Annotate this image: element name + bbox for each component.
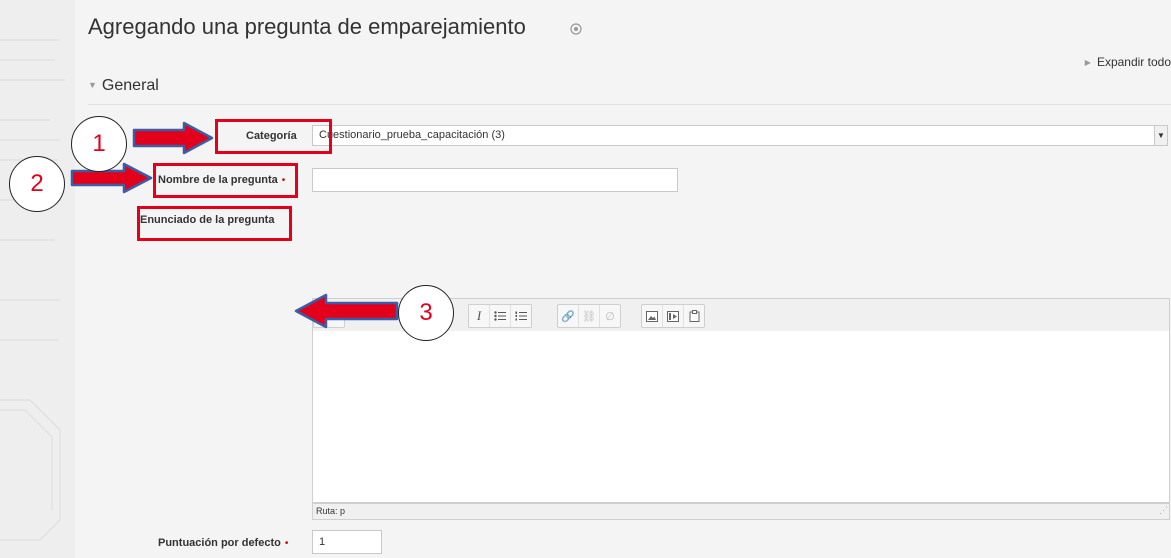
dropdown-arrow-icon[interactable]: ▼ (1154, 126, 1167, 145)
question-statement-editor[interactable] (312, 331, 1170, 503)
callout-circle-2: 2 (9, 156, 65, 212)
callout-circle-1: 1 (71, 116, 127, 172)
category-select[interactable]: Cuestionario_prueba_capacitación (3) ▼ (312, 125, 1168, 146)
default-mark-label: Puntuación por defecto • (158, 537, 288, 549)
editor-path-bar: Ruta: p ⋰ (312, 503, 1170, 520)
section-general-label: General (101, 77, 159, 94)
anchor-icon[interactable]: ∅ (599, 305, 620, 327)
editor-path-text: Ruta: p (316, 506, 346, 516)
default-mark-input[interactable] (312, 530, 382, 554)
category-selected-value: Cuestionario_prueba_capacitación (3) (319, 129, 505, 141)
arrow-left-icon (294, 293, 399, 329)
toolbar-group-media (641, 304, 705, 328)
section-divider (88, 104, 1171, 105)
callout-circle-3: 3 (398, 285, 454, 341)
image-icon[interactable] (642, 305, 662, 327)
default-mark-label-text: Puntuación por defecto (158, 537, 281, 549)
bullet-list-icon[interactable] (489, 305, 510, 327)
arrow-right-icon (132, 121, 214, 155)
highlight-box-question-name (153, 163, 298, 198)
triangle-down-icon: ▼ (88, 80, 97, 90)
toolbar-group-links: 🔗 ⛓ ∅ (557, 304, 621, 328)
toolbar-group-lists: I (468, 304, 532, 328)
expand-all-label: Expandir todo (1096, 55, 1171, 69)
question-name-input[interactable] (312, 168, 678, 192)
required-icon: • (284, 538, 289, 549)
media-icon[interactable] (662, 305, 683, 327)
expand-all-link[interactable]: ▶ Expandir todo (1085, 55, 1171, 69)
triangle-right-icon: ▶ (1084, 58, 1091, 67)
highlight-box-question-statement (137, 206, 292, 241)
unlink-icon[interactable]: ⛓ (578, 305, 599, 327)
resize-grip-icon[interactable]: ⋰ (1159, 503, 1168, 518)
paste-icon[interactable] (683, 305, 704, 327)
page-title: Agregando una pregunta de emparejamiento (88, 14, 526, 39)
help-icon[interactable] (570, 23, 582, 35)
numbered-list-icon[interactable] (510, 305, 531, 327)
link-icon[interactable]: 🔗 (558, 305, 578, 327)
section-general-toggle[interactable]: ▼ General (88, 77, 159, 95)
italic-icon[interactable]: I (469, 305, 489, 327)
highlight-box-category (215, 119, 332, 154)
